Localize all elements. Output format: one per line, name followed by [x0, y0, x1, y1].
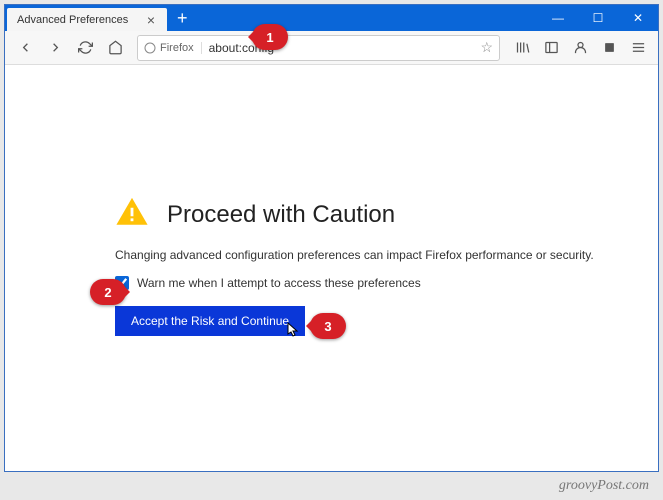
minimize-button[interactable]: — — [538, 5, 578, 31]
toolbar: Firefox about:config ☆ — [5, 31, 658, 65]
accept-button-label: Accept the Risk and Continue — [131, 314, 289, 328]
warning-triangle-icon — [115, 195, 149, 234]
warning-description: Changing advanced configuration preferen… — [115, 248, 658, 262]
new-tab-button[interactable]: + — [167, 8, 198, 29]
url-bar[interactable]: Firefox about:config ☆ — [137, 35, 500, 61]
identity-box[interactable]: Firefox — [144, 42, 202, 54]
window-controls: — ☐ ✕ — [538, 5, 658, 31]
warning-header: Proceed with Caution — [115, 195, 658, 234]
menu-icon[interactable] — [624, 34, 652, 62]
identity-label: Firefox — [160, 42, 194, 54]
annotation-callout-1: 1 — [252, 24, 288, 50]
sidebar-icon[interactable] — [537, 34, 565, 62]
warning-heading: Proceed with Caution — [167, 201, 395, 229]
home-button[interactable] — [101, 34, 129, 62]
annotation-callout-3: 3 — [310, 313, 346, 339]
firefox-icon — [144, 42, 156, 54]
account-icon[interactable] — [566, 34, 594, 62]
titlebar: Advanced Preferences × + — ☐ ✕ — [5, 5, 658, 31]
accept-risk-button[interactable]: Accept the Risk and Continue — [115, 306, 305, 336]
browser-window: Advanced Preferences × + — ☐ ✕ Firefox a… — [4, 4, 659, 472]
bookmark-star-icon[interactable]: ☆ — [480, 39, 493, 56]
warn-checkbox-label: Warn me when I attempt to access these p… — [137, 276, 421, 290]
tab-active[interactable]: Advanced Preferences × — [7, 8, 167, 31]
back-button[interactable] — [11, 34, 39, 62]
tab-title: Advanced Preferences — [17, 14, 128, 26]
extension-icon[interactable] — [595, 34, 623, 62]
close-button[interactable]: ✕ — [618, 5, 658, 31]
maximize-button[interactable]: ☐ — [578, 5, 618, 31]
tab-close-icon[interactable]: × — [143, 12, 159, 28]
page-content: Proceed with Caution Changing advanced c… — [5, 65, 658, 471]
watermark: groovyPost.com — [559, 478, 649, 494]
forward-button[interactable] — [41, 34, 69, 62]
annotation-callout-2: 2 — [90, 279, 126, 305]
library-icon[interactable] — [508, 34, 536, 62]
warn-checkbox-row[interactable]: Warn me when I attempt to access these p… — [115, 276, 658, 290]
toolbar-right-icons — [508, 34, 652, 62]
reload-button[interactable] — [71, 34, 99, 62]
